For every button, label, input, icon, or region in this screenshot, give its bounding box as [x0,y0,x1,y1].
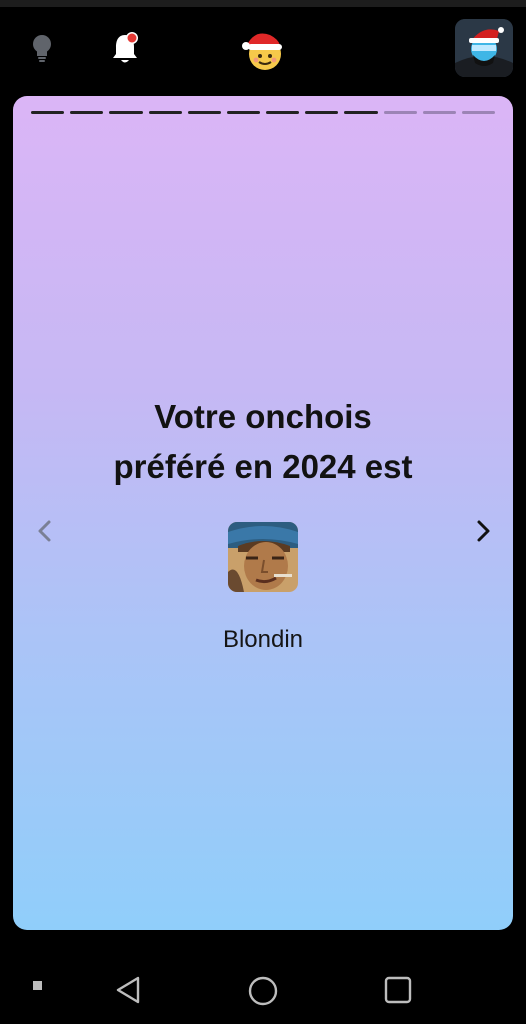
system-navigation-bar [0,948,526,1024]
progress-segment [383,111,417,114]
recent-square-dot-icon[interactable] [28,976,48,996]
progress-segment [461,111,496,114]
progress-segment [344,111,378,114]
home-circle-icon[interactable] [244,972,282,1010]
progress-segment [148,111,182,114]
top-bar [0,7,526,93]
status-bar [0,0,526,7]
lightbulb-icon[interactable] [26,33,58,65]
winner-avatar [228,522,298,592]
progress-segment [226,111,261,114]
progress-segment [70,111,104,114]
progress-segment [31,111,65,114]
profile-avatar[interactable] [455,19,513,77]
chevron-right-icon[interactable] [469,516,499,546]
santa-hat-emoji-icon[interactable] [240,27,286,73]
headline-line-1: Votre onchois [154,398,372,435]
back-triangle-icon[interactable] [110,972,146,1008]
chevron-left-icon[interactable] [29,516,59,546]
headline-line-2: préféré en 2024 est [113,448,413,485]
story-headline: Votre onchois préféré en 2024 est [53,392,473,492]
notifications-bell-icon[interactable] [110,29,144,67]
progress-segment [109,111,143,114]
overview-square-icon[interactable] [380,972,416,1008]
progress-segment [422,111,456,114]
progress-segment [266,111,300,114]
story-card[interactable]: Votre onchois préféré en 2024 est Blondi… [13,96,513,930]
progress-segment [305,111,339,114]
winner-name: Blondin [222,626,304,653]
story-progress-bar [31,111,496,114]
progress-segment [187,111,221,114]
